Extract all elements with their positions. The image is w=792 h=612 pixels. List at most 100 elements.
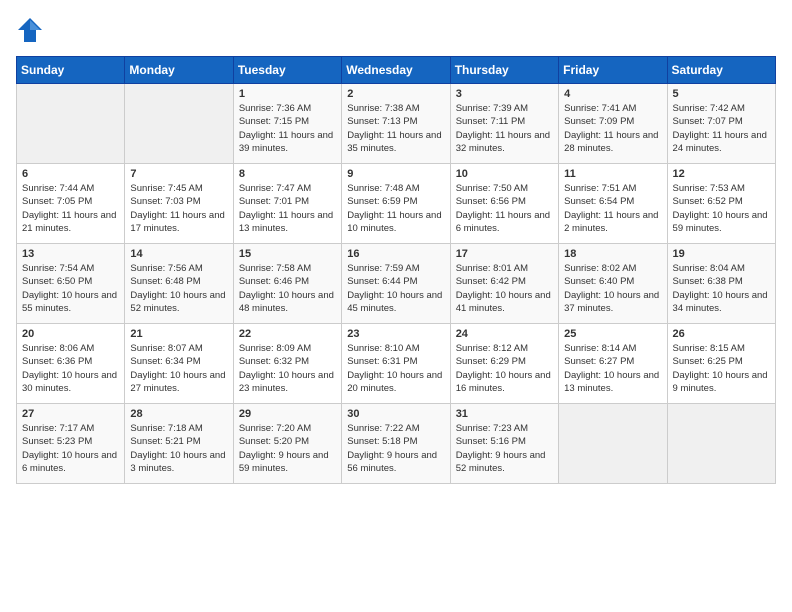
day-number: 18	[564, 248, 661, 260]
day-info: Sunrise: 7:38 AM Sunset: 7:13 PM Dayligh…	[347, 102, 444, 155]
day-number: 22	[239, 328, 336, 340]
header-day-friday: Friday	[559, 57, 667, 84]
header-row: SundayMondayTuesdayWednesdayThursdayFrid…	[17, 57, 776, 84]
day-info: Sunrise: 7:42 AM Sunset: 7:07 PM Dayligh…	[673, 102, 770, 155]
day-info: Sunrise: 8:07 AM Sunset: 6:34 PM Dayligh…	[130, 342, 227, 395]
day-info: Sunrise: 7:58 AM Sunset: 6:46 PM Dayligh…	[239, 262, 336, 315]
day-number: 8	[239, 168, 336, 180]
day-number: 2	[347, 88, 444, 100]
day-info: Sunrise: 8:02 AM Sunset: 6:40 PM Dayligh…	[564, 262, 661, 315]
calendar-cell	[17, 84, 125, 164]
day-number: 9	[347, 168, 444, 180]
calendar-header: SundayMondayTuesdayWednesdayThursdayFrid…	[17, 57, 776, 84]
day-number: 23	[347, 328, 444, 340]
day-info: Sunrise: 7:54 AM Sunset: 6:50 PM Dayligh…	[22, 262, 119, 315]
header-day-monday: Monday	[125, 57, 233, 84]
day-number: 26	[673, 328, 770, 340]
calendar-cell: 29 Sunrise: 7:20 AM Sunset: 5:20 PM Dayli…	[233, 404, 341, 484]
calendar-week-4: 27 Sunrise: 7:17 AM Sunset: 5:23 PM Dayli…	[17, 404, 776, 484]
day-info: Sunrise: 7:20 AM Sunset: 5:20 PM Dayligh…	[239, 422, 336, 475]
day-number: 28	[130, 408, 227, 420]
calendar-cell: 1 Sunrise: 7:36 AM Sunset: 7:15 PM Daylig…	[233, 84, 341, 164]
day-number: 4	[564, 88, 661, 100]
calendar-cell: 21 Sunrise: 8:07 AM Sunset: 6:34 PM Dayli…	[125, 324, 233, 404]
day-number: 17	[456, 248, 553, 260]
calendar-cell	[559, 404, 667, 484]
day-number: 25	[564, 328, 661, 340]
day-info: Sunrise: 8:01 AM Sunset: 6:42 PM Dayligh…	[456, 262, 553, 315]
day-number: 27	[22, 408, 119, 420]
day-number: 29	[239, 408, 336, 420]
day-number: 7	[130, 168, 227, 180]
calendar-cell: 16 Sunrise: 7:59 AM Sunset: 6:44 PM Dayli…	[342, 244, 450, 324]
calendar-cell: 14 Sunrise: 7:56 AM Sunset: 6:48 PM Dayli…	[125, 244, 233, 324]
header-day-sunday: Sunday	[17, 57, 125, 84]
calendar-cell: 2 Sunrise: 7:38 AM Sunset: 7:13 PM Daylig…	[342, 84, 450, 164]
calendar-cell: 11Sunrise: 7:51 AM Sunset: 6:54 PM Dayli…	[559, 164, 667, 244]
calendar-cell: 20Sunrise: 8:06 AM Sunset: 6:36 PM Dayli…	[17, 324, 125, 404]
day-number: 3	[456, 88, 553, 100]
calendar-cell: 15 Sunrise: 7:58 AM Sunset: 6:46 PM Dayli…	[233, 244, 341, 324]
calendar-cell: 23 Sunrise: 8:10 AM Sunset: 6:31 PM Dayli…	[342, 324, 450, 404]
day-info: Sunrise: 8:15 AM Sunset: 6:25 PM Dayligh…	[673, 342, 770, 395]
day-number: 5	[673, 88, 770, 100]
day-info: Sunrise: 8:12 AM Sunset: 6:29 PM Dayligh…	[456, 342, 553, 395]
day-number: 15	[239, 248, 336, 260]
calendar-cell: 3Sunrise: 7:39 AM Sunset: 7:11 PM Daylig…	[450, 84, 558, 164]
calendar-cell: 27 Sunrise: 7:17 AM Sunset: 5:23 PM Dayli…	[17, 404, 125, 484]
calendar-cell: 25 Sunrise: 8:14 AM Sunset: 6:27 PM Dayli…	[559, 324, 667, 404]
calendar-cell: 13Sunrise: 7:54 AM Sunset: 6:50 PM Dayli…	[17, 244, 125, 324]
day-info: Sunrise: 7:53 AM Sunset: 6:52 PM Dayligh…	[673, 182, 770, 235]
day-info: Sunrise: 7:59 AM Sunset: 6:44 PM Dayligh…	[347, 262, 444, 315]
calendar-cell: 17 Sunrise: 8:01 AM Sunset: 6:42 PM Dayli…	[450, 244, 558, 324]
day-info: Sunrise: 7:36 AM Sunset: 7:15 PM Dayligh…	[239, 102, 336, 155]
day-info: Sunrise: 8:10 AM Sunset: 6:31 PM Dayligh…	[347, 342, 444, 395]
calendar-cell: 28 Sunrise: 7:18 AM Sunset: 5:21 PM Dayli…	[125, 404, 233, 484]
header-day-saturday: Saturday	[667, 57, 775, 84]
calendar-cell: 22 Sunrise: 8:09 AM Sunset: 6:32 PM Dayli…	[233, 324, 341, 404]
day-info: Sunrise: 8:09 AM Sunset: 6:32 PM Dayligh…	[239, 342, 336, 395]
calendar-cell: 5 Sunrise: 7:42 AM Sunset: 7:07 PM Daylig…	[667, 84, 775, 164]
day-number: 19	[673, 248, 770, 260]
day-info: Sunrise: 7:23 AM Sunset: 5:16 PM Dayligh…	[456, 422, 553, 475]
calendar-cell: 19Sunrise: 8:04 AM Sunset: 6:38 PM Dayli…	[667, 244, 775, 324]
calendar-week-0: 1 Sunrise: 7:36 AM Sunset: 7:15 PM Daylig…	[17, 84, 776, 164]
day-number: 11	[564, 168, 661, 180]
day-number: 6	[22, 168, 119, 180]
calendar-cell: 10 Sunrise: 7:50 AM Sunset: 6:56 PM Dayli…	[450, 164, 558, 244]
calendar-cell: 30Sunrise: 7:22 AM Sunset: 5:18 PM Dayli…	[342, 404, 450, 484]
day-info: Sunrise: 7:48 AM Sunset: 6:59 PM Dayligh…	[347, 182, 444, 235]
day-info: Sunrise: 7:41 AM Sunset: 7:09 PM Dayligh…	[564, 102, 661, 155]
day-number: 1	[239, 88, 336, 100]
day-number: 10	[456, 168, 553, 180]
logo-icon	[16, 16, 44, 44]
day-number: 16	[347, 248, 444, 260]
header-day-tuesday: Tuesday	[233, 57, 341, 84]
calendar-cell: 24Sunrise: 8:12 AM Sunset: 6:29 PM Dayli…	[450, 324, 558, 404]
calendar-cell: 8Sunrise: 7:47 AM Sunset: 7:01 PM Daylig…	[233, 164, 341, 244]
calendar-cell: 4 Sunrise: 7:41 AM Sunset: 7:09 PM Daylig…	[559, 84, 667, 164]
logo	[16, 16, 48, 44]
calendar-table: SundayMondayTuesdayWednesdayThursdayFrid…	[16, 56, 776, 484]
calendar-cell	[125, 84, 233, 164]
header-day-thursday: Thursday	[450, 57, 558, 84]
page-header	[16, 16, 776, 44]
day-info: Sunrise: 7:18 AM Sunset: 5:21 PM Dayligh…	[130, 422, 227, 475]
day-info: Sunrise: 7:22 AM Sunset: 5:18 PM Dayligh…	[347, 422, 444, 475]
day-number: 21	[130, 328, 227, 340]
day-info: Sunrise: 7:56 AM Sunset: 6:48 PM Dayligh…	[130, 262, 227, 315]
header-day-wednesday: Wednesday	[342, 57, 450, 84]
calendar-cell: 31 Sunrise: 7:23 AM Sunset: 5:16 PM Dayli…	[450, 404, 558, 484]
day-number: 14	[130, 248, 227, 260]
day-info: Sunrise: 8:14 AM Sunset: 6:27 PM Dayligh…	[564, 342, 661, 395]
calendar-cell	[667, 404, 775, 484]
calendar-cell: 9 Sunrise: 7:48 AM Sunset: 6:59 PM Daylig…	[342, 164, 450, 244]
day-info: Sunrise: 7:50 AM Sunset: 6:56 PM Dayligh…	[456, 182, 553, 235]
calendar-cell: 26 Sunrise: 8:15 AM Sunset: 6:25 PM Dayli…	[667, 324, 775, 404]
calendar-week-1: 6Sunrise: 7:44 AM Sunset: 7:05 PM Daylig…	[17, 164, 776, 244]
day-number: 31	[456, 408, 553, 420]
day-info: Sunrise: 7:17 AM Sunset: 5:23 PM Dayligh…	[22, 422, 119, 475]
calendar-week-2: 13Sunrise: 7:54 AM Sunset: 6:50 PM Dayli…	[17, 244, 776, 324]
calendar-cell: 6Sunrise: 7:44 AM Sunset: 7:05 PM Daylig…	[17, 164, 125, 244]
day-number: 20	[22, 328, 119, 340]
